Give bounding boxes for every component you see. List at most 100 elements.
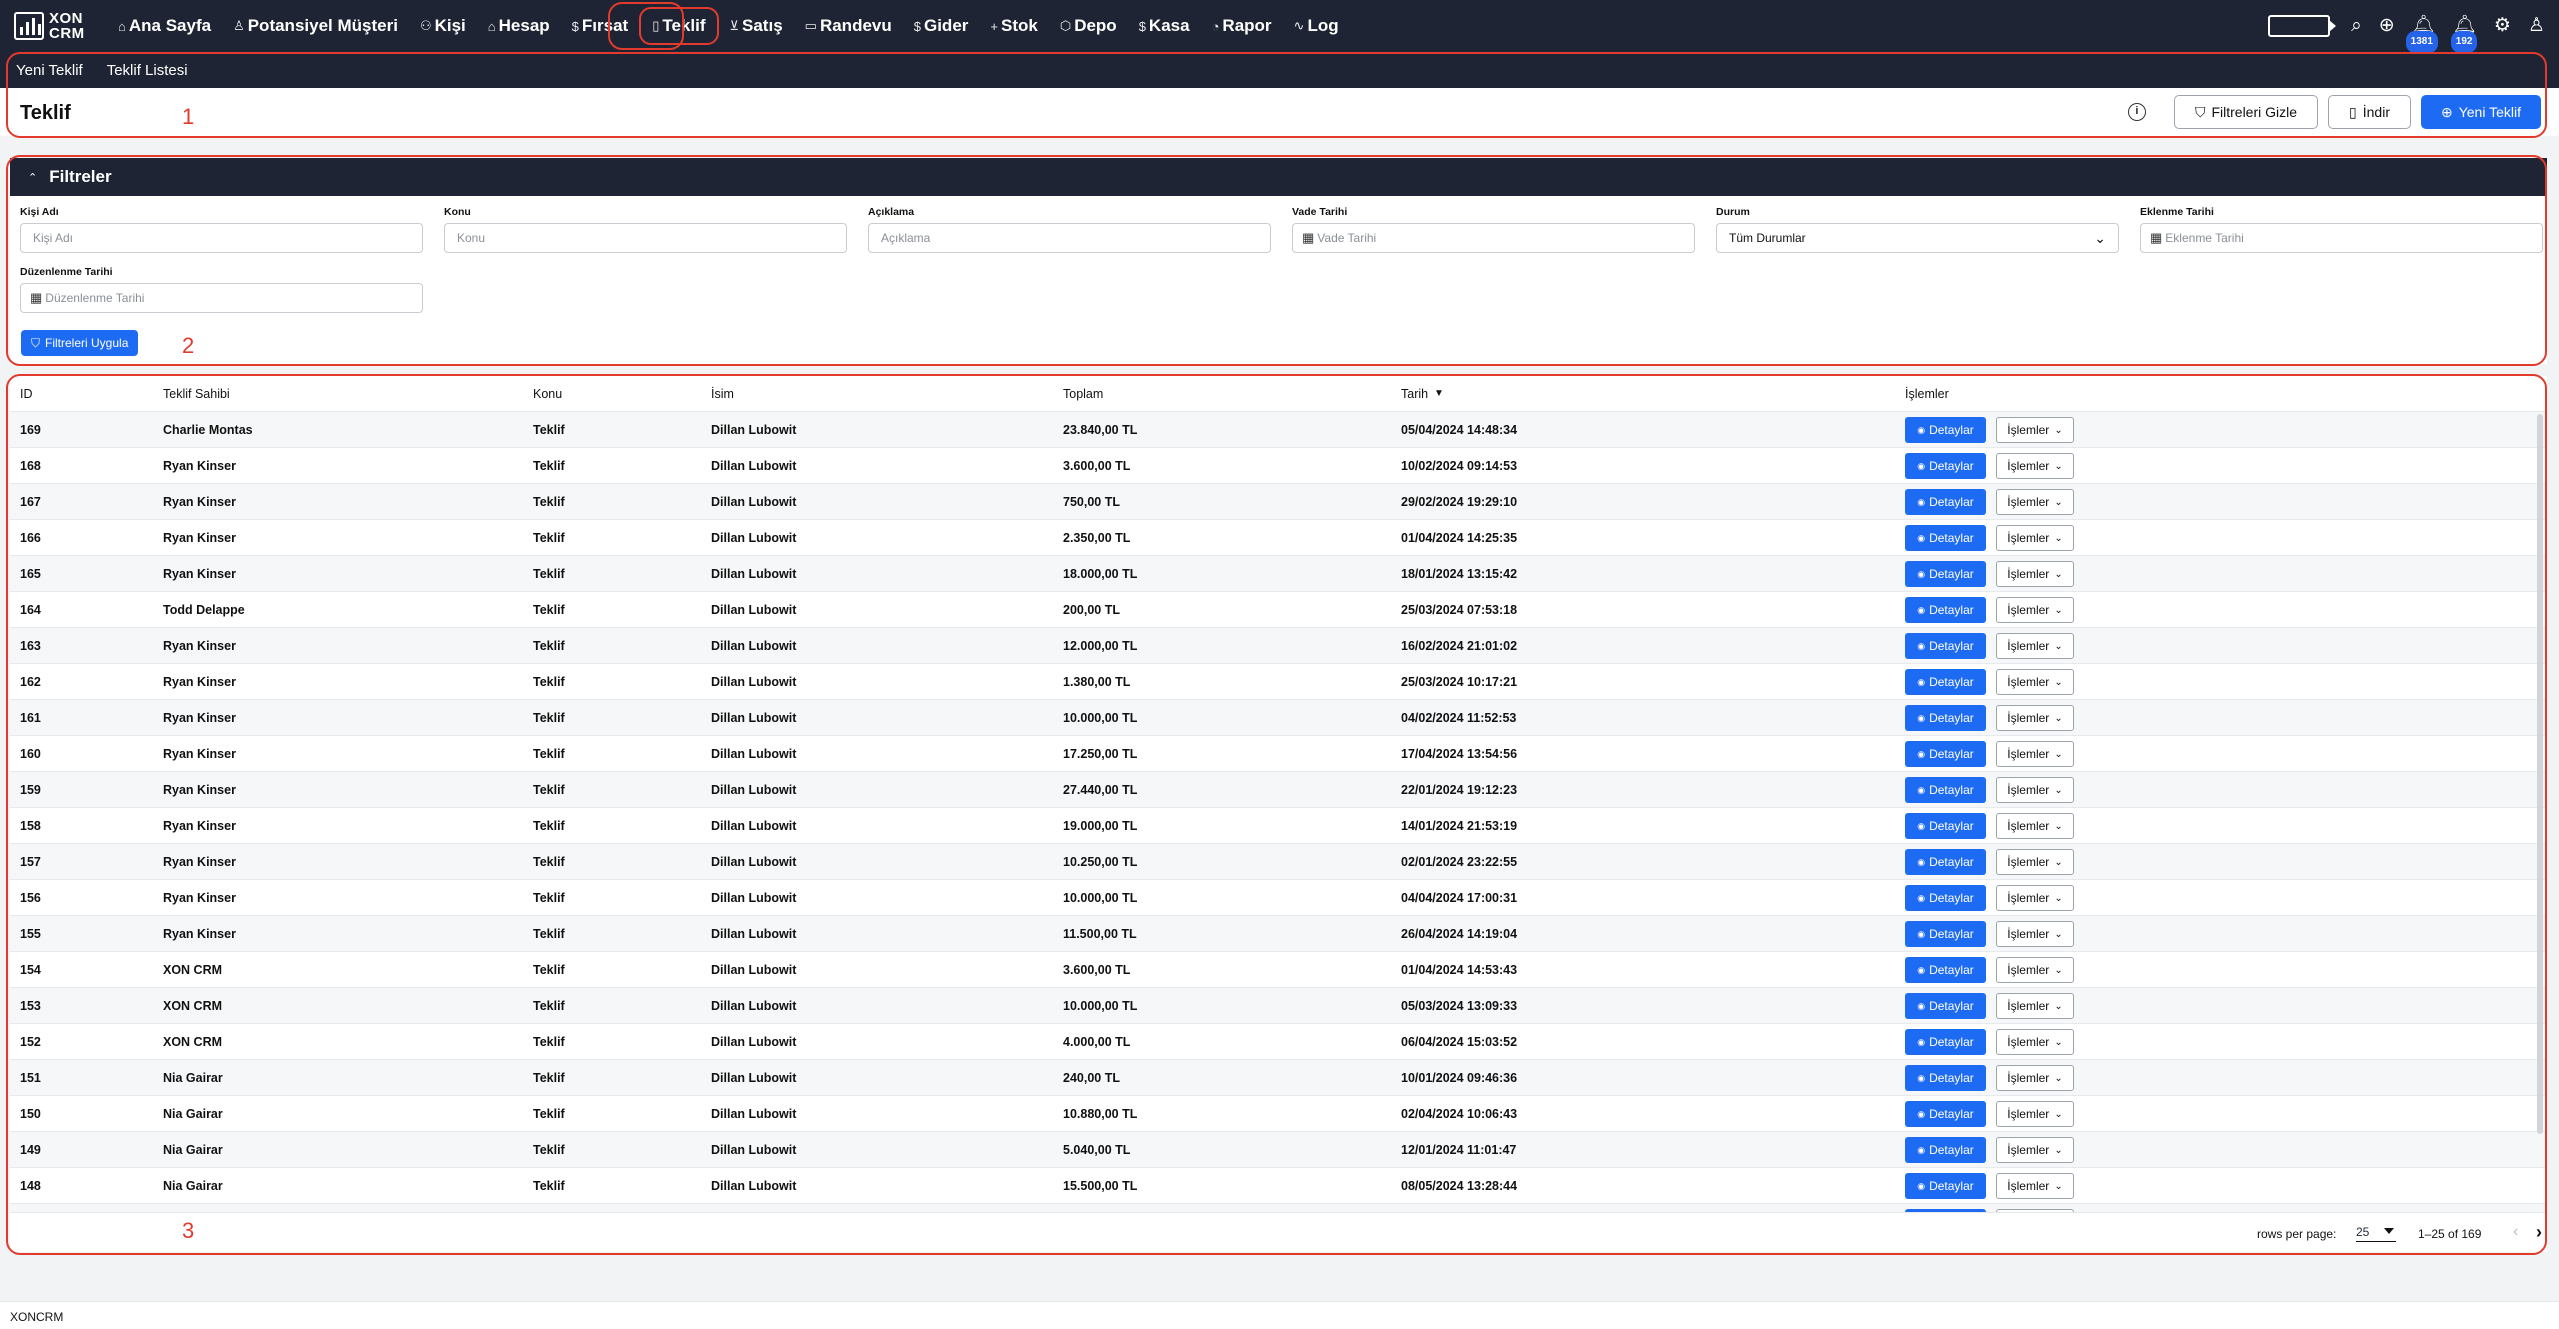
details-button[interactable]: ◉ Detaylar [1905,489,1986,515]
operations-dropdown-button[interactable]: İşlemler ⌄ [1996,669,2074,695]
details-button[interactable]: ◉ Detaylar [1905,813,1986,839]
subnav-new-quote[interactable]: Yeni Teklif [16,62,83,79]
nav-item-13[interactable]: ∿ Log [1283,7,1350,45]
details-button[interactable]: ◉ Detaylar [1905,669,1986,695]
apply-filters-button[interactable]: ⛉ Filtreleri Uygula [21,330,139,356]
operations-dropdown-button[interactable]: İşlemler ⌄ [1996,1137,2074,1163]
details-button[interactable]: ◉ Detaylar [1905,993,1986,1019]
chevron-right-icon[interactable]: › [2536,1222,2542,1243]
nav-item-2[interactable]: ⚇ Kişi [409,7,477,45]
operations-dropdown-button[interactable]: İşlemler ⌄ [1996,597,2074,623]
operations-dropdown-button[interactable]: İşlemler ⌄ [1996,417,2074,443]
operations-dropdown-button[interactable]: İşlemler ⌄ [1996,957,2074,983]
date-input[interactable]: ▦ Düzenlenme Tarihi [20,283,423,313]
operations-dropdown-button[interactable]: İşlemler ⌄ [1996,1173,2074,1199]
hide-filters-button[interactable]: ⛉ Filtreleri Gizle [2173,95,2319,129]
status-select[interactable]: Tüm Durumlar ⌄ [1716,223,2119,253]
column-header[interactable]: Konu [533,387,562,401]
operations-dropdown-button[interactable]: İşlemler ⌄ [1996,813,2074,839]
rows-per-page-select[interactable]: 25 [2356,1225,2396,1242]
operations-dropdown-button[interactable]: İşlemler ⌄ [1996,705,2074,731]
column-header[interactable]: ID [20,387,33,401]
table-cell: Dillan Lubowit [711,639,797,653]
table-scrollbar[interactable] [2537,414,2543,1134]
notification-bell-icon[interactable]: 🔔︎ 1381 [2405,16,2438,53]
table-cell: Ryan Kinser [163,567,236,581]
info-icon[interactable]: i [2127,103,2146,121]
operations-dropdown-button[interactable]: İşlemler ⌄ [1996,1029,2074,1055]
nav-item-4[interactable]: $ Fırsat [561,7,640,45]
operations-label: İşlemler [2007,1107,2050,1121]
search-icon[interactable]: ⌕ [2351,16,2362,36]
table-cell: 155 [20,927,41,941]
operations-dropdown-button[interactable]: İşlemler ⌄ [1996,849,2074,875]
date-input[interactable]: ▦ Vade Tarihi [1292,223,1695,253]
details-button[interactable]: ◉ Detaylar [1905,633,1986,659]
sort-desc-icon[interactable]: ▼ [1434,388,1444,399]
table-cell: 26/04/2024 14:19:04 [1401,927,1518,941]
nav-item-12[interactable]: ◔ Rapor [1201,7,1283,45]
nav-item-6[interactable]: ⊻ Satış [719,7,794,45]
details-button[interactable]: ◉ Detaylar [1905,921,1986,947]
details-button[interactable]: ◉ Detaylar [1905,705,1986,731]
column-header[interactable]: İsim [711,387,734,401]
details-button[interactable]: ◉ Detaylar [1905,561,1986,587]
details-button[interactable]: ◉ Detaylar [1905,417,1986,443]
subnav-quote-list[interactable]: Teklif Listesi [107,62,188,79]
table-cell: 16/02/2024 21:01:02 [1401,639,1518,653]
date-input[interactable]: ▦ Eklenme Tarihi [2140,223,2543,253]
nav-item-10[interactable]: ⬡ Depo [1049,7,1128,45]
operations-dropdown-button[interactable]: İşlemler ⌄ [1996,921,2074,947]
nav-item-7[interactable]: ▭ Randevu [794,7,903,45]
nav-item-8[interactable]: $ Gider [903,7,980,45]
details-button[interactable]: ◉ Detaylar [1905,453,1986,479]
operations-dropdown-button[interactable]: İşlemler ⌄ [1996,525,2074,551]
settings-gear-icon[interactable]: ⚙ [2494,16,2511,36]
column-header[interactable]: Toplam [1063,387,1103,401]
details-button[interactable]: ◉ Detaylar [1905,1137,1986,1163]
details-button[interactable]: ◉ Detaylar [1905,885,1986,911]
operations-dropdown-button[interactable]: İşlemler ⌄ [1996,1065,2074,1091]
details-button[interactable]: ◉ Detaylar [1905,1029,1986,1055]
text-input[interactable]: Konu [444,223,847,253]
details-button[interactable]: ◉ Detaylar [1905,957,1986,983]
chevron-left-icon[interactable]: ‹ [2513,1223,2518,1241]
column-header[interactable]: İşlemler [1905,387,1949,401]
details-button[interactable]: ◉ Detaylar [1905,849,1986,875]
nav-item-9[interactable]: + Stok [979,7,1048,45]
details-button[interactable]: ◉ Detaylar [1905,777,1986,803]
alert-bell-icon[interactable]: 🔔︎ 192 [2450,16,2478,53]
nav-item-5[interactable]: ▯ Teklif [639,7,719,45]
details-button[interactable]: ◉ Detaylar [1905,1173,1986,1199]
company-logo-placeholder[interactable] [2268,15,2337,37]
operations-dropdown-button[interactable]: İşlemler ⌄ [1996,741,2074,767]
filters-header[interactable]: ⌃ Filtreler [10,158,2547,196]
operations-dropdown-button[interactable]: İşlemler ⌄ [1996,777,2074,803]
operations-dropdown-button[interactable]: İşlemler ⌄ [1996,633,2074,659]
operations-dropdown-button[interactable]: İşlemler ⌄ [1996,1101,2074,1127]
operations-dropdown-button[interactable]: İşlemler ⌄ [1996,489,2074,515]
user-profile-icon[interactable]: ♙ [2528,16,2545,36]
text-input[interactable]: Kişi Adı [20,223,423,253]
details-button[interactable]: ◉ Detaylar [1905,597,1986,623]
operations-dropdown-button[interactable]: İşlemler ⌄ [1996,453,2074,479]
nav-item-0[interactable]: ⌂ Ana Sayfa [107,7,222,45]
operations-dropdown-button[interactable]: İşlemler ⌄ [1996,561,2074,587]
text-input[interactable]: Açıklama [868,223,1271,253]
add-circle-icon[interactable]: ⊕ [2379,16,2395,36]
operations-dropdown-button[interactable]: İşlemler ⌄ [1996,885,2074,911]
details-button[interactable]: ◉ Detaylar [1905,525,1986,551]
new-quote-button[interactable]: ⊕ Yeni Teklif [2420,95,2541,129]
details-button[interactable]: ◉ Detaylar [1905,741,1986,767]
details-button[interactable]: ◉ Detaylar [1905,1065,1986,1091]
nav-item-3[interactable]: ⌂ Hesap [477,7,561,45]
column-header[interactable]: Teklif Sahibi [163,387,230,401]
chevron-down-icon: ⌄ [2054,1144,2063,1156]
details-button[interactable]: ◉ Detaylar [1905,1101,1986,1127]
column-header[interactable]: Tarih [1401,387,1428,401]
app-logo[interactable]: XON CRM [14,11,91,41]
operations-dropdown-button[interactable]: İşlemler ⌄ [1996,993,2074,1019]
nav-item-1[interactable]: ♙ Potansiyel Müşteri [222,7,409,45]
download-button[interactable]: ▯ İndir [2328,95,2411,129]
nav-item-11[interactable]: $ Kasa [1128,7,1201,45]
